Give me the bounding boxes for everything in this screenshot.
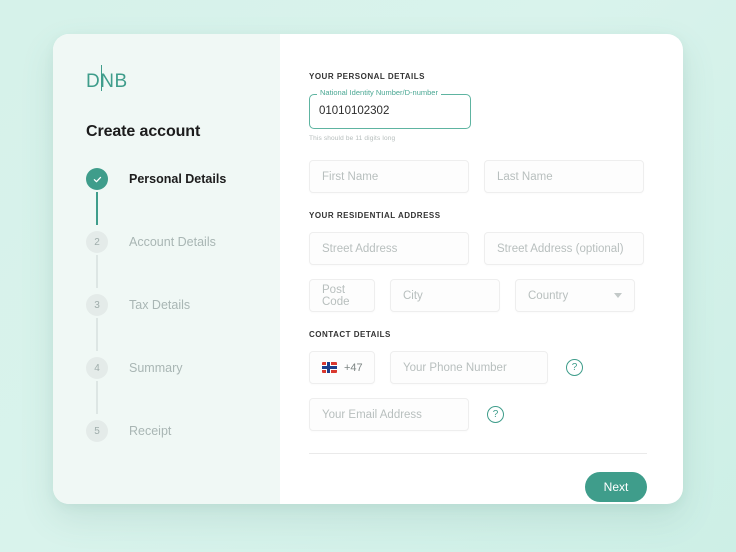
sidebar-item-tax-details[interactable]: 3 Tax Details	[86, 292, 280, 318]
logo-n-stem-icon	[100, 65, 102, 91]
step-connector-4	[96, 381, 98, 414]
phone-number-input[interactable]: Your Phone Number	[390, 351, 548, 384]
step-connector-3	[96, 318, 98, 351]
step-connector-1	[96, 192, 98, 225]
step-number-badge: 2	[86, 231, 108, 253]
national-id-field[interactable]: National Identity Number/D-number 010101…	[309, 88, 471, 129]
section-heading-personal: YOUR PERSONAL DETAILS	[309, 72, 425, 81]
step-number-badge: 5	[86, 420, 108, 442]
street-address-input[interactable]: Street Address	[309, 232, 469, 265]
help-circle-icon[interactable]: ?	[566, 359, 583, 376]
country-select-value: Country	[528, 289, 569, 302]
create-account-card: DNB Create account Personal Details 2 Ac…	[53, 34, 683, 504]
phone-row: +47 Your Phone Number ?	[309, 351, 647, 384]
sidebar-item-label: Tax Details	[129, 298, 191, 312]
chevron-down-icon	[614, 293, 622, 298]
sidebar-item-label: Receipt	[129, 424, 172, 438]
sidebar-item-receipt[interactable]: 5 Receipt	[86, 418, 280, 444]
page-title: Create account	[86, 123, 201, 140]
sidebar-item-account-details[interactable]: 2 Account Details	[86, 229, 280, 255]
first-name-input[interactable]: First Name	[309, 160, 469, 193]
sidebar-item-personal-details[interactable]: Personal Details	[86, 166, 280, 192]
national-id-value: 01010102302	[319, 105, 390, 117]
country-code-value: +47	[344, 361, 363, 374]
personal-details-form: YOUR PERSONAL DETAILS National Identity …	[280, 34, 683, 504]
step-number-badge: 4	[86, 357, 108, 379]
form-divider	[309, 453, 647, 454]
street-fields-row: Street Address Street Address (optional)	[309, 232, 647, 265]
norway-flag-icon	[322, 362, 337, 373]
step-check-icon	[86, 168, 108, 190]
section-heading-contact: CONTACT DETAILS	[309, 330, 391, 339]
wizard-sidebar: DNB Create account Personal Details 2 Ac…	[53, 34, 280, 504]
next-button[interactable]: Next	[585, 472, 647, 502]
step-connector-2	[96, 255, 98, 288]
street-address-2-input[interactable]: Street Address (optional)	[484, 232, 644, 265]
country-code-select[interactable]: +47	[309, 351, 375, 384]
sidebar-item-summary[interactable]: 4 Summary	[86, 355, 280, 381]
dnb-logo: DNB	[86, 65, 128, 94]
form-actions: Next	[309, 472, 647, 502]
phone-fields-group: +47 Your Phone Number	[309, 351, 548, 384]
city-fields-row: Post Code City Country	[309, 279, 647, 312]
sidebar-item-label: Summary	[129, 361, 183, 375]
logo-letters-nb: NB	[100, 71, 128, 92]
app-background: DNB Create account Personal Details 2 Ac…	[0, 0, 736, 552]
city-input[interactable]: City	[390, 279, 500, 312]
help-circle-icon[interactable]: ?	[487, 406, 504, 423]
post-code-input[interactable]: Post Code	[309, 279, 375, 312]
country-select[interactable]: Country	[515, 279, 635, 312]
section-heading-address: YOUR RESIDENTIAL ADDRESS	[309, 211, 441, 220]
email-row: Your Email Address ?	[309, 398, 647, 431]
wizard-stepper: Personal Details 2 Account Details 3 Tax…	[86, 166, 280, 444]
step-number-badge: 3	[86, 294, 108, 316]
national-id-helper-text: This should be 11 digits long	[309, 135, 396, 142]
last-name-input[interactable]: Last Name	[484, 160, 644, 193]
sidebar-item-label: Personal Details	[129, 172, 227, 186]
email-input[interactable]: Your Email Address	[309, 398, 469, 431]
name-fields-row: First Name Last Name	[309, 160, 647, 193]
sidebar-item-label: Account Details	[129, 235, 216, 249]
logo-letter-d: D	[86, 71, 101, 92]
